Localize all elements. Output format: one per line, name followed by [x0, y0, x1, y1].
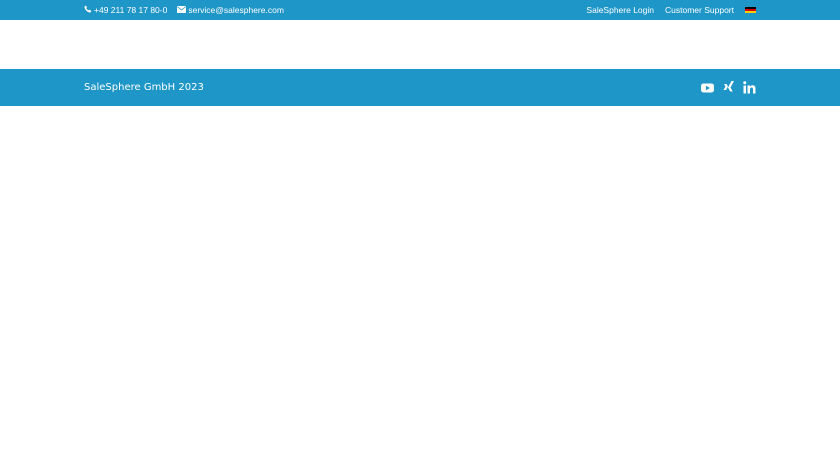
contact-info: +49 211 78 17 80-0 service@salesphere.co…	[84, 0, 284, 20]
footer-copyright: SaleSphere GmbH 2023	[84, 82, 204, 93]
phone-number: +49 211 78 17 80-0	[94, 5, 168, 15]
social-links	[701, 69, 756, 106]
youtube-icon[interactable]	[701, 81, 714, 94]
de-flag-icon[interactable]	[745, 6, 756, 14]
xing-icon[interactable]	[722, 81, 735, 94]
customer-support-link[interactable]: Customer Support	[665, 5, 734, 15]
phone-contact[interactable]: +49 211 78 17 80-0	[84, 5, 167, 15]
envelope-icon	[177, 5, 187, 15]
top-info-bar: +49 211 78 17 80-0 service@salesphere.co…	[0, 0, 840, 20]
main-content	[0, 106, 840, 472]
email-contact[interactable]: service@salesphere.com	[177, 5, 284, 15]
site-footer: SaleSphere GmbH 2023	[0, 69, 840, 106]
site-header	[0, 20, 840, 69]
phone-icon	[84, 5, 92, 15]
top-nav: SaleSphere Login Customer Support	[586, 0, 756, 20]
salesphere-login-link[interactable]: SaleSphere Login	[586, 5, 654, 15]
email-address: service@salesphere.com	[188, 5, 284, 15]
linkedin-icon[interactable]	[743, 81, 756, 94]
